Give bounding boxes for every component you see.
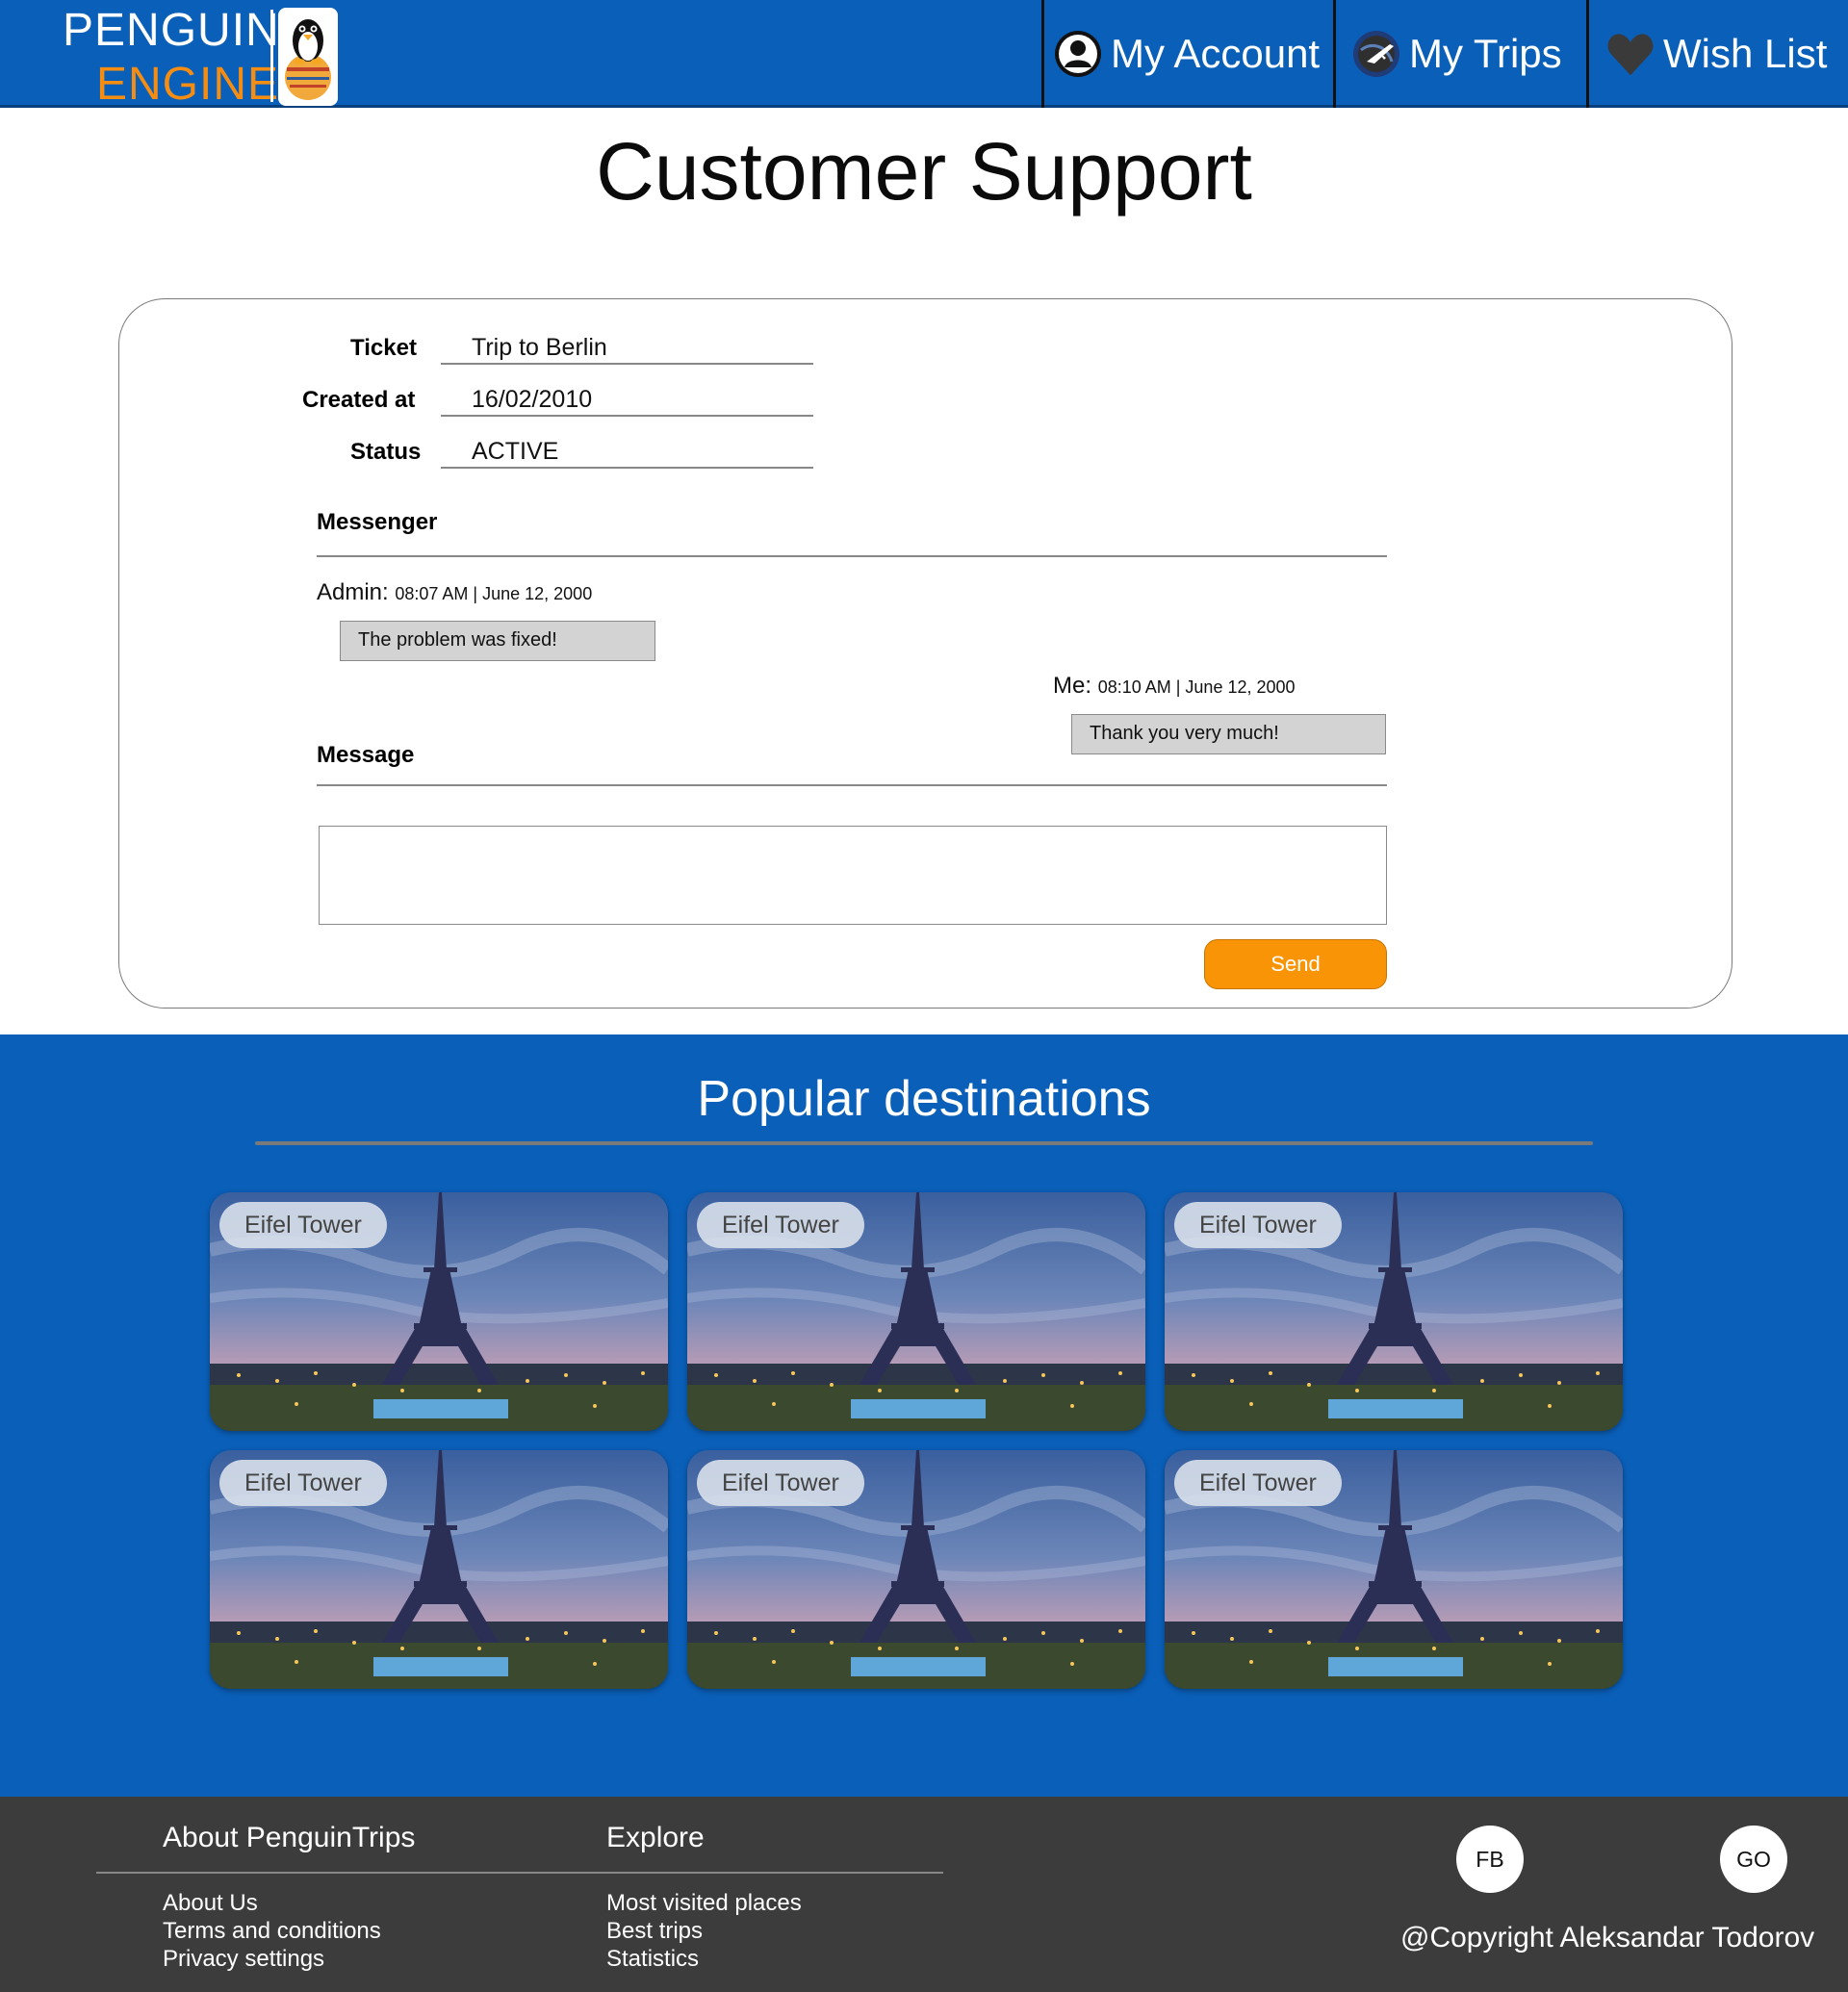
destination-name-tag: Eifel Tower <box>697 1202 864 1248</box>
footer-about-links: About Us Terms and conditions Privacy se… <box>163 1889 381 1973</box>
status-field-underline <box>441 467 813 469</box>
user-circle-icon <box>1053 29 1103 79</box>
destination-card[interactable]: Eifel Tower <box>687 1192 1145 1431</box>
destination-name-tag: Eifel Tower <box>1174 1460 1342 1506</box>
page-title: Customer Support <box>596 126 1252 217</box>
status-value: ACTIVE <box>472 438 559 465</box>
created-at-value: 16/02/2010 <box>472 386 593 413</box>
destination-card[interactable]: Eifel Tower <box>1165 1450 1623 1689</box>
created-at-field-underline <box>441 415 813 417</box>
destination-name-tag: Eifel Tower <box>1174 1202 1342 1248</box>
destination-name-tag: Eifel Tower <box>697 1460 864 1506</box>
message-input[interactable] <box>319 826 1387 925</box>
popular-destinations-divider <box>255 1141 1593 1145</box>
nav-wish-list[interactable]: Wish List <box>1605 0 1827 108</box>
nav-divider <box>1041 0 1044 108</box>
message-bubble-admin: The problem was fixed! <box>340 621 655 661</box>
top-navbar: PENGUIN ENGINE My Account My Trips Wish … <box>0 0 1848 110</box>
footer-link-best-trips[interactable]: Best trips <box>606 1917 802 1945</box>
footer-link-terms[interactable]: Terms and conditions <box>163 1917 381 1945</box>
google-button[interactable]: GO <box>1720 1826 1787 1893</box>
message-bubble-me: Thank you very much! <box>1071 714 1386 754</box>
destination-card[interactable]: Eifel Tower <box>687 1450 1145 1689</box>
message-timestamp: 08:07 AM | June 12, 2000 <box>395 584 593 603</box>
message-author: Me: <box>1053 673 1092 699</box>
popular-destinations-title: Popular destinations <box>697 1071 1151 1127</box>
nav-my-trips-label: My Trips <box>1409 31 1562 76</box>
nav-my-account-label: My Account <box>1111 31 1321 76</box>
footer-explore-links: Most visited places Best trips Statistic… <box>606 1889 802 1973</box>
footer: About PenguinTrips Explore About Us Term… <box>0 1797 1848 1992</box>
messenger-divider <box>317 555 1387 557</box>
status-label: Status <box>350 439 422 465</box>
ticket-field-underline <box>441 363 813 365</box>
destination-card[interactable]: Eifel Tower <box>1165 1192 1623 1431</box>
nav-divider <box>1333 0 1336 108</box>
footer-link-most-visited[interactable]: Most visited places <box>606 1889 802 1917</box>
message-meta-me: Me: 08:10 AM | June 12, 2000 <box>1053 673 1296 700</box>
destination-name-tag: Eifel Tower <box>219 1202 387 1248</box>
destination-name-tag: Eifel Tower <box>219 1460 387 1506</box>
message-timestamp: 08:10 AM | June 12, 2000 <box>1097 677 1296 697</box>
message-label: Message <box>317 742 415 768</box>
footer-divider <box>96 1872 943 1874</box>
brand-divider <box>270 10 273 102</box>
message-author: Admin: <box>317 579 389 605</box>
messenger-label: Messenger <box>317 509 438 535</box>
ticket-value: Trip to Berlin <box>472 334 607 361</box>
nav-my-account[interactable]: My Account <box>1053 0 1320 108</box>
facebook-button[interactable]: FB <box>1456 1826 1524 1893</box>
penguin-logo-icon <box>278 8 338 106</box>
send-button[interactable]: Send <box>1204 939 1387 989</box>
footer-explore-heading: Explore <box>606 1822 705 1853</box>
brand-logo-link[interactable]: PENGUIN ENGINE <box>63 2 351 110</box>
message-meta-admin: Admin: 08:07 AM | June 12, 2000 <box>317 579 592 606</box>
footer-link-about-us[interactable]: About Us <box>163 1889 381 1917</box>
footer-link-statistics[interactable]: Statistics <box>606 1945 802 1973</box>
message-divider <box>317 784 1387 786</box>
heart-icon <box>1605 29 1656 79</box>
globe-plane-icon <box>1351 29 1401 79</box>
nav-divider <box>1586 0 1589 108</box>
brand-name-line2: ENGINE <box>96 59 280 110</box>
brand-name-line1: PENGUIN <box>63 5 280 56</box>
copyright-text: @Copyright Aleksandar Todorov <box>1400 1922 1815 1954</box>
footer-about-heading: About PenguinTrips <box>163 1822 416 1853</box>
nav-wish-list-label: Wish List <box>1663 31 1828 76</box>
nav-my-trips[interactable]: My Trips <box>1351 0 1562 108</box>
destination-card[interactable]: Eifel Tower <box>210 1192 668 1431</box>
ticket-label: Ticket <box>350 335 417 361</box>
ticket-card: Ticket Trip to Berlin Created at 16/02/2… <box>118 298 1732 1009</box>
footer-link-privacy[interactable]: Privacy settings <box>163 1945 381 1973</box>
popular-destinations-section: Popular destinations Eifel Tower Eifel T… <box>0 1034 1848 1797</box>
created-at-label: Created at <box>302 387 416 413</box>
destination-card[interactable]: Eifel Tower <box>210 1450 668 1689</box>
